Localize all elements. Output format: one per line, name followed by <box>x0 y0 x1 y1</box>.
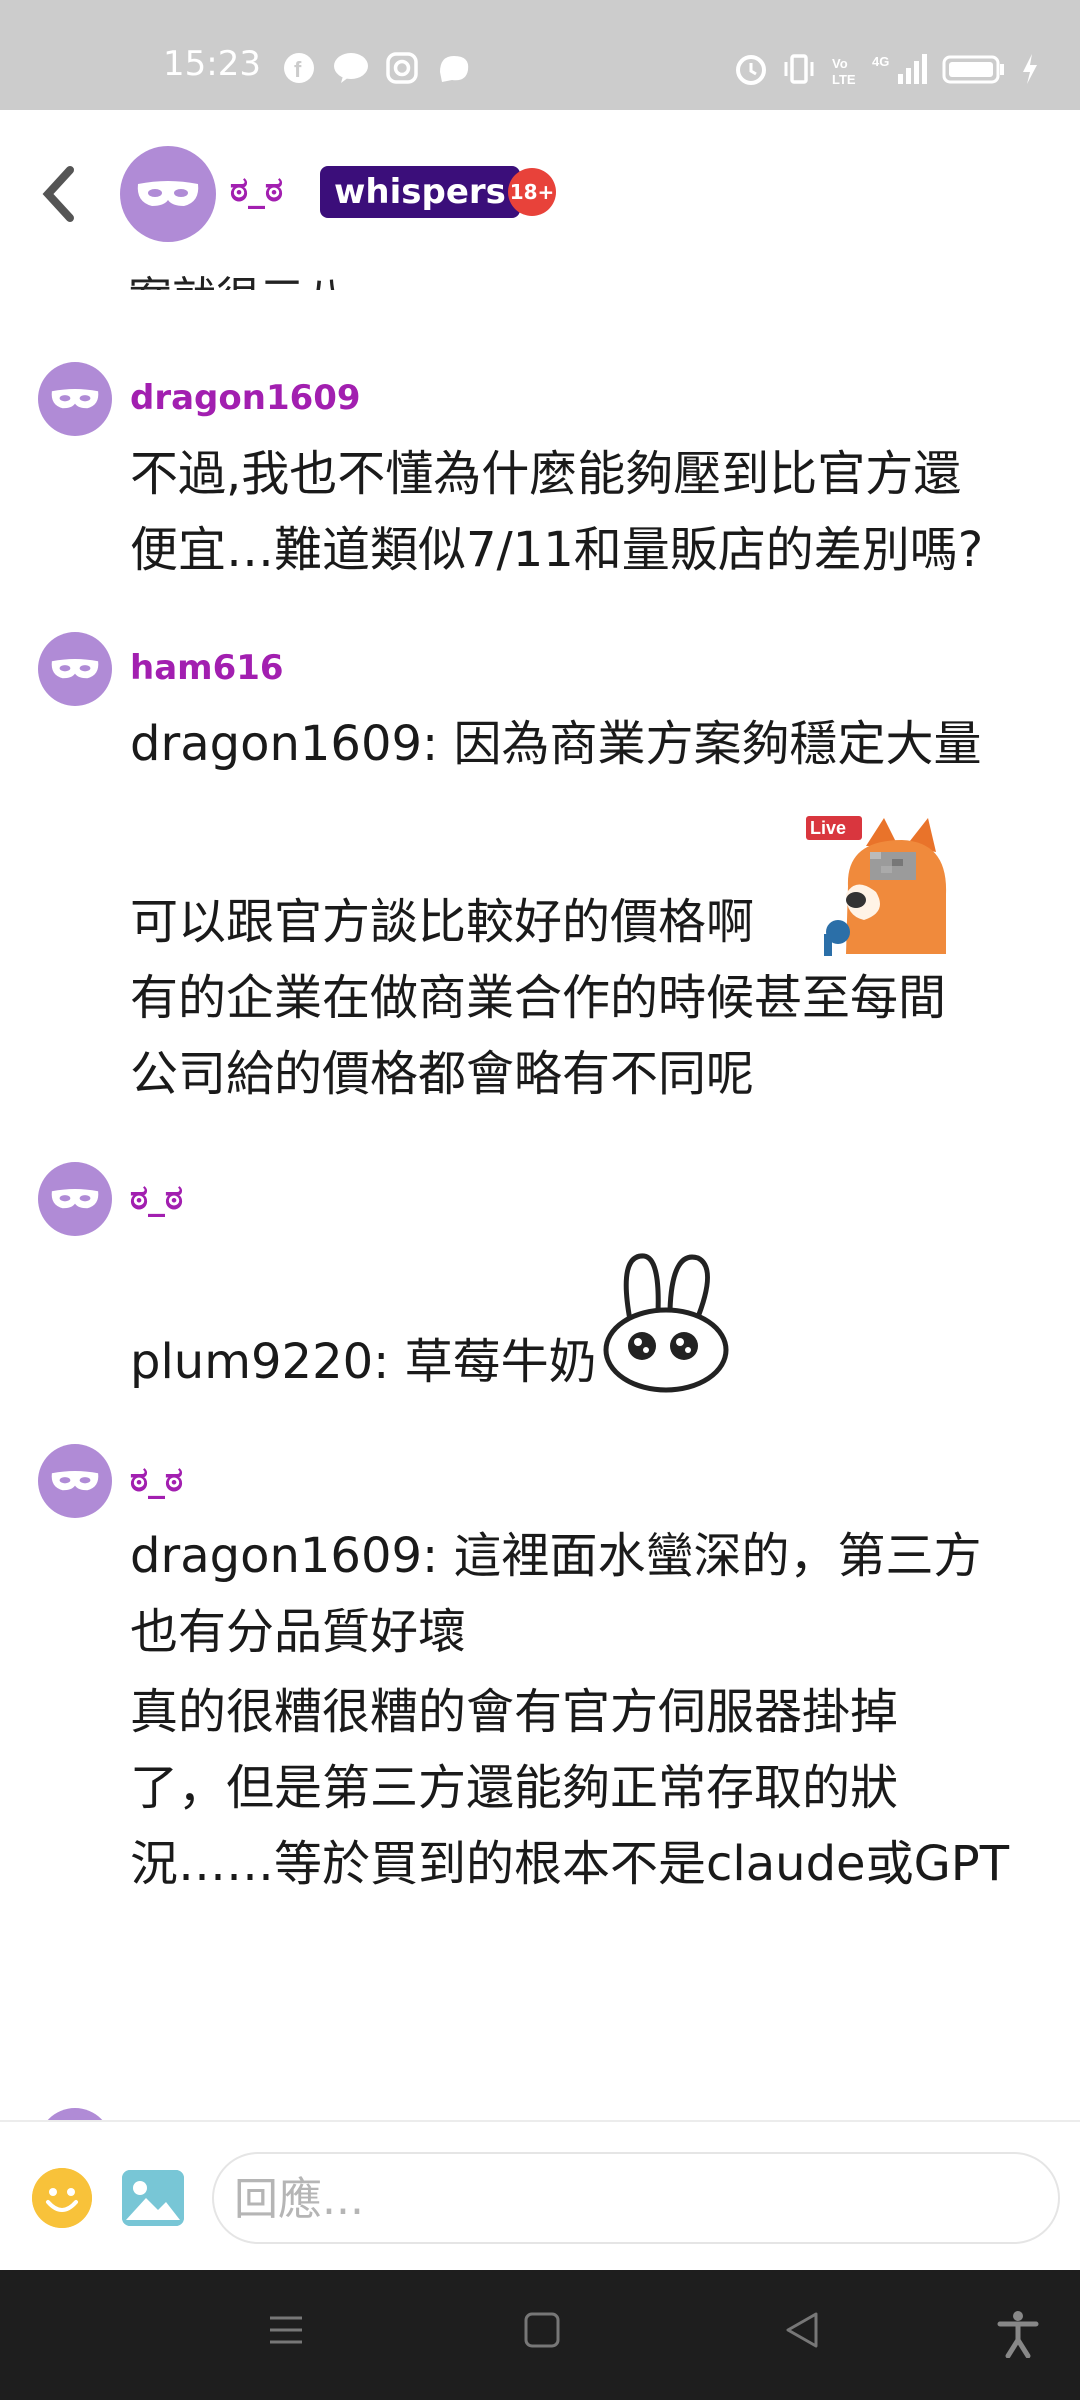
accessibility-icon[interactable] <box>996 2310 1040 2358</box>
status-bar: 15:23 f Vo LTE 4G <box>0 0 1080 110</box>
svg-text:LTE: LTE <box>832 72 856 86</box>
image-upload-icon[interactable] <box>122 2170 184 2226</box>
mask-icon <box>51 1470 99 1491</box>
home-icon[interactable] <box>522 2310 562 2350</box>
mask-icon <box>51 1188 99 1209</box>
message-text: dragon1609: 因為商業方案夠穩定大量 <box>130 716 982 772</box>
charging-icon <box>1023 54 1037 84</box>
reply-input[interactable] <box>232 2168 1036 2230</box>
signal-4g-icon: 4G <box>872 54 927 84</box>
message-text: 可以跟官方談比較好的價格啊 <box>130 894 755 950</box>
volte-icon: VoLTE <box>832 56 856 86</box>
chat-title[interactable]: ಠ_ಠ <box>230 170 283 210</box>
svg-text:Vo: Vo <box>832 56 848 71</box>
message-text: 真的很糟很糟的會有官方伺服器掛掉 <box>130 1684 899 1740</box>
message-text: 也有分品質好壞 <box>130 1604 467 1660</box>
live-label: Live <box>810 818 847 838</box>
status-time: 15:23 <box>163 44 261 84</box>
mask-icon <box>137 181 199 206</box>
facebook-icon: f <box>284 53 314 83</box>
back-arrow-icon[interactable] <box>36 164 86 224</box>
reply-bar <box>0 2120 1080 2272</box>
chat-list[interactable]: 案就很三八 dragon1609 不過,我也不懂為什麼能夠壓到比官方還 便宜…難… <box>0 270 1080 2120</box>
battery-icon <box>942 55 1004 84</box>
message-text: 不過,我也不懂為什麼能夠壓到比官方還 <box>130 446 962 502</box>
reply-field[interactable] <box>212 2152 1060 2244</box>
avatar[interactable] <box>38 362 112 436</box>
message-text: 有的企業在做商業合作的時候甚至每間 <box>130 970 947 1026</box>
message-username[interactable]: ಠ_ಠ <box>130 1460 183 1500</box>
avatar[interactable] <box>38 2108 112 2120</box>
message-text: 便宜…難道類似7/11和量販店的差別嗎? <box>130 522 984 578</box>
whispers-badge: whispers <box>320 166 520 218</box>
menu-icon[interactable] <box>266 2310 306 2350</box>
emoji-icon[interactable] <box>32 2168 92 2228</box>
svg-text:f: f <box>294 57 302 82</box>
message-text: plum9220: 草莓牛奶 <box>130 1334 597 1390</box>
partial-message-text: 案就很三八 <box>128 270 348 290</box>
message-text: 公司給的價格都會略有不同呢 <box>130 1046 755 1102</box>
avatar[interactable] <box>38 1162 112 1236</box>
line-icon <box>334 53 368 83</box>
app-icon <box>440 56 469 82</box>
message-text: dragon1609: 這裡面水蠻深的，第三方 <box>130 1528 982 1584</box>
rabbit-sticker <box>603 1253 729 1393</box>
mask-icon <box>51 658 99 679</box>
avatar[interactable] <box>38 1444 112 1518</box>
status-right-icons: Vo LTE 4G <box>734 52 1040 86</box>
message-username[interactable]: ಠ_ಠ <box>130 1178 183 1218</box>
message-text: 況……等於買到的根本不是claude或GPT <box>130 1836 1010 1892</box>
alarm-icon <box>736 55 766 85</box>
message-username[interactable]: dragon1609 <box>130 378 361 418</box>
instagram-icon <box>386 52 418 84</box>
avatar[interactable] <box>120 146 216 242</box>
system-nav-bar <box>0 2270 1080 2400</box>
chat-header: ಠ_ಠ whispers 18+ <box>0 110 1080 270</box>
message-username[interactable]: ham616 <box>130 648 284 688</box>
avatar[interactable] <box>38 632 112 706</box>
svg-text:4G: 4G <box>872 54 889 69</box>
vibrate-icon <box>784 54 814 84</box>
back-icon[interactable] <box>782 2310 822 2350</box>
mask-icon <box>51 388 99 409</box>
message-text: 了，但是第三方還能夠正常存取的狀 <box>130 1760 899 1816</box>
age-restriction-badge: 18+ <box>508 168 556 216</box>
